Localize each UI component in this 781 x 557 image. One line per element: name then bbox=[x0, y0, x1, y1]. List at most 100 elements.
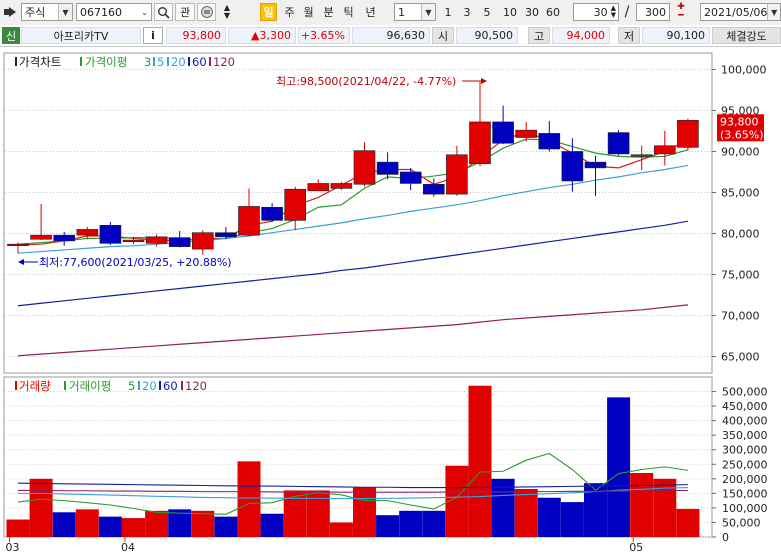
legend-price-ma-title: 가격이평 bbox=[85, 55, 127, 69]
view-count-spinner[interactable]: 30 ▲ ▼ bbox=[573, 3, 619, 21]
period-yearly-button[interactable]: 년 bbox=[362, 3, 379, 21]
price-tick-label: 65,000 bbox=[721, 351, 760, 364]
period-daily-button[interactable]: 일 bbox=[260, 3, 277, 21]
price-tick-label: 85,000 bbox=[721, 186, 760, 199]
spinner-down-icon[interactable]: ▼ bbox=[611, 12, 616, 19]
volume-bar-down bbox=[537, 497, 561, 537]
volume-bar-up bbox=[676, 508, 700, 537]
legend-ma20: 20 bbox=[171, 55, 186, 69]
interest-button[interactable]: 관 bbox=[175, 3, 195, 21]
current-price-value: 93,800 bbox=[182, 29, 222, 42]
open-price-value: 90,500 bbox=[474, 29, 514, 42]
market-select-value: 주식 bbox=[25, 6, 46, 19]
chevron-down-icon[interactable]: ⌄ bbox=[138, 4, 151, 20]
trade-volume: 96,630 bbox=[352, 27, 430, 44]
chevron-down-icon[interactable]: ▼ bbox=[767, 4, 780, 20]
candle-up bbox=[122, 239, 145, 243]
candle-down bbox=[538, 133, 561, 150]
period-yearly-label: 년 bbox=[365, 6, 376, 19]
interval-1-button[interactable]: 1 bbox=[441, 3, 455, 21]
volume-tick-label: 50,000 bbox=[722, 516, 761, 529]
menu-arrow-icon[interactable] bbox=[2, 3, 20, 21]
candle-down bbox=[399, 171, 422, 184]
volume-tick-label: 400,000 bbox=[722, 415, 768, 428]
toolbar: 주식 ▼ 067160 ⌄ 관 ▲ ▼ 일 주 월 분 틱 년 1 ▼ 1 3 … bbox=[0, 0, 781, 26]
candle-down bbox=[584, 161, 607, 169]
stepper-down-icon[interactable]: ▼ bbox=[224, 12, 230, 20]
market-select[interactable]: 주식 ▼ bbox=[21, 3, 73, 21]
period-daily-label: 일 bbox=[263, 6, 274, 19]
candle-up bbox=[284, 188, 307, 221]
volume-tick-label: 250,000 bbox=[722, 458, 768, 471]
search-icon bbox=[158, 6, 170, 19]
volume-tick-label: 0 bbox=[722, 531, 729, 544]
candle-up bbox=[353, 150, 376, 185]
chevron-down-icon[interactable]: ▼ bbox=[58, 4, 72, 20]
stock-name[interactable]: 아프리카TV bbox=[21, 27, 141, 44]
date-tick-label: 05 bbox=[629, 541, 643, 554]
interval-3-button[interactable]: 3 bbox=[460, 3, 474, 21]
high-label: 고 bbox=[528, 27, 550, 44]
period-tick-button[interactable]: 틱 bbox=[340, 3, 357, 21]
period-minute-button[interactable]: 분 bbox=[320, 3, 337, 21]
execution-strength-text: 체결강도 bbox=[726, 29, 767, 43]
candle-up bbox=[76, 229, 99, 236]
interval-30-button[interactable]: 30 bbox=[523, 3, 541, 21]
volume-bar-down bbox=[376, 515, 400, 537]
interval-label: 60 bbox=[546, 5, 560, 19]
link-icon bbox=[200, 6, 213, 18]
search-button[interactable] bbox=[154, 3, 173, 21]
volume-tick-label: 200,000 bbox=[722, 473, 768, 486]
date-tick-label: 04 bbox=[121, 541, 135, 554]
stock-name-label: 아프리카TV bbox=[53, 29, 109, 43]
low-annotation: 최저:77,600(2021/03/25, +20.88%) bbox=[39, 256, 232, 269]
volume-bar-up bbox=[283, 490, 307, 537]
legend-ma3: 3 bbox=[144, 55, 151, 69]
candle-down bbox=[561, 151, 584, 182]
period-monthly-button[interactable]: 월 bbox=[300, 3, 317, 21]
period-weekly-label: 주 bbox=[284, 6, 295, 19]
high-annotation: 최고:98,500(2021/04/22, -4.77%) bbox=[276, 75, 456, 88]
zoom-out-icon[interactable]: ━ bbox=[678, 12, 683, 21]
volume-bar-down bbox=[607, 397, 631, 537]
date-tick-label: 03 bbox=[6, 541, 20, 554]
interest-label: 관 bbox=[179, 6, 191, 19]
candle-up bbox=[677, 119, 699, 148]
price-change-value: ▲3,300 bbox=[251, 29, 291, 42]
date-select-value: 2021/05/06 bbox=[704, 5, 768, 19]
prev-next-stepper[interactable]: ▲ ▼ bbox=[218, 3, 236, 21]
interval-10-button[interactable]: 10 bbox=[501, 3, 519, 21]
legend-volume: 거래량 bbox=[19, 379, 51, 393]
price-tick-label: 80,000 bbox=[721, 228, 760, 241]
chevron-down-icon[interactable]: ▼ bbox=[421, 4, 435, 20]
interval-60-button[interactable]: 60 bbox=[544, 3, 562, 21]
slash-separator: / bbox=[624, 4, 630, 20]
chart-area[interactable]: 100,000 95,000 90,000 85,000 80,000 75,000 70,… bbox=[0, 47, 781, 554]
volume-bar-down bbox=[260, 513, 284, 537]
volume-bar-up bbox=[630, 473, 654, 537]
price-panel bbox=[3, 52, 713, 374]
candle-up bbox=[30, 234, 52, 240]
link-button[interactable] bbox=[197, 3, 216, 21]
candle-down bbox=[492, 121, 514, 144]
change-percent: +3.65% bbox=[298, 27, 350, 44]
legend-vma60: 60 bbox=[163, 379, 178, 393]
candle-down bbox=[422, 183, 445, 195]
period-weekly-button[interactable]: 주 bbox=[281, 3, 298, 21]
credit-badge: 신 bbox=[2, 27, 20, 44]
date-select[interactable]: 2021/05/06 ▼ bbox=[700, 3, 781, 21]
change-percent-value: +3.65% bbox=[300, 29, 345, 42]
low-label: 저 bbox=[618, 27, 640, 44]
low-label-text: 저 bbox=[623, 29, 635, 43]
volume-bar-down bbox=[98, 516, 122, 537]
info-button[interactable]: i bbox=[143, 27, 163, 44]
interval-select[interactable]: 1 ▼ bbox=[394, 3, 436, 21]
total-count-field[interactable]: 300 bbox=[636, 3, 670, 21]
stock-chart[interactable]: 100,00095,00090,00085,00080,00075,00070,… bbox=[0, 47, 781, 554]
volume-bar-up bbox=[514, 489, 538, 537]
price-tick-label: 100,000 bbox=[721, 63, 767, 76]
zoom-stepper[interactable]: ✚ ━ bbox=[673, 3, 689, 21]
stock-code-input[interactable]: 067160 ⌄ bbox=[76, 3, 152, 21]
candle-up bbox=[7, 243, 29, 246]
interval-5-button[interactable]: 5 bbox=[480, 3, 494, 21]
